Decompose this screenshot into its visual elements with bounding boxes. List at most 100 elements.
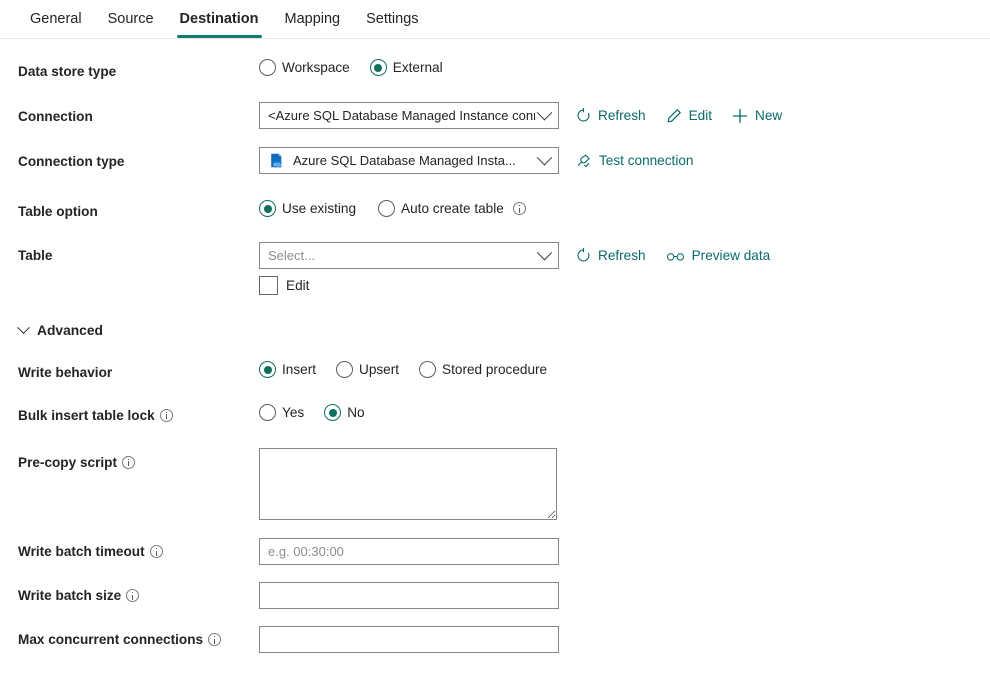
chevron-down-icon xyxy=(536,104,553,121)
label-text: Table xyxy=(18,248,53,263)
info-icon[interactable] xyxy=(121,455,135,469)
row-max-concurrent-connections: Max concurrent connections xyxy=(0,626,990,653)
tab-label: Source xyxy=(107,11,154,27)
radio-circle-selected-icon xyxy=(324,404,342,421)
test-connection-button[interactable]: Test connection xyxy=(576,153,693,169)
radio-upsert[interactable]: Upsert xyxy=(336,361,399,378)
chevron-down-icon xyxy=(536,244,553,261)
label-pre-copy-script: Pre-copy script xyxy=(0,448,259,476)
radio-circle-selected-icon xyxy=(259,361,276,378)
tab-bar: General Source Destination Mapping Setti… xyxy=(0,0,990,39)
radio-workspace[interactable]: Workspace xyxy=(259,59,350,76)
checkbox-label: Edit xyxy=(286,278,310,293)
radio-external[interactable]: External xyxy=(369,59,443,76)
write-behavior-radio-group: Insert Upsert Stored procedure xyxy=(259,361,990,378)
info-icon[interactable] xyxy=(149,545,163,558)
tab-settings[interactable]: Settings xyxy=(353,0,431,38)
plug-test-icon xyxy=(577,153,590,167)
chevron-down-icon xyxy=(17,321,30,335)
connection-dropdown[interactable]: <Azure SQL Database Managed Instance con… xyxy=(259,102,559,129)
write-batch-timeout-input[interactable]: e.g. 00:30:00 xyxy=(259,538,559,565)
advanced-label: Advanced xyxy=(37,323,103,338)
chevron-down-icon xyxy=(536,149,553,166)
row-pre-copy-script: Pre-copy script xyxy=(0,448,990,520)
write-batch-size-control xyxy=(259,582,990,609)
radio-yes[interactable]: Yes xyxy=(259,404,304,421)
eyeglasses-icon xyxy=(666,252,684,261)
refresh-connection-button[interactable]: Refresh xyxy=(576,108,646,123)
preview-data-button[interactable]: Preview data xyxy=(666,248,770,263)
refresh-table-button[interactable]: Refresh xyxy=(576,248,646,263)
label-write-batch-size: Write batch size xyxy=(0,582,259,609)
label-table: Table xyxy=(0,242,259,269)
radio-label: Use existing xyxy=(282,201,357,216)
radio-circle-icon xyxy=(419,361,437,378)
radio-use-existing[interactable]: Use existing xyxy=(259,200,356,217)
radio-label: Auto create table xyxy=(401,201,504,216)
label-text: Write behavior xyxy=(18,364,113,380)
checkbox-icon xyxy=(259,276,278,295)
data-store-type-radio-group: Workspace External xyxy=(259,59,990,76)
connection-type-dropdown[interactable]: SQL Azure SQL Database Managed Insta... xyxy=(259,147,559,174)
table-option-radio-group: Use existing Auto create table xyxy=(259,200,990,217)
info-icon[interactable] xyxy=(126,589,140,602)
row-bulk-insert-table-lock: Bulk insert table lock Yes No xyxy=(0,404,990,426)
radio-label: Upsert xyxy=(359,362,400,377)
row-table-option: Table option Use existing Auto create ta… xyxy=(0,200,990,222)
info-icon[interactable] xyxy=(208,633,222,646)
write-batch-size-input[interactable] xyxy=(259,582,559,609)
refresh-icon xyxy=(577,108,590,122)
plus-icon xyxy=(732,108,748,123)
link-label: Refresh xyxy=(598,248,646,263)
label-write-batch-timeout: Write batch timeout xyxy=(0,538,259,565)
label-data-store-type: Data store type xyxy=(0,59,259,83)
radio-circle-icon xyxy=(259,404,276,421)
tab-source[interactable]: Source xyxy=(95,0,167,38)
tab-label: Destination xyxy=(179,11,259,27)
radio-circle-icon xyxy=(378,200,396,217)
info-icon[interactable] xyxy=(512,202,526,215)
edit-connection-button[interactable]: Edit xyxy=(666,108,712,124)
link-label: Test connection xyxy=(599,153,694,168)
new-connection-button[interactable]: New xyxy=(732,108,782,124)
radio-stored-procedure[interactable]: Stored procedure xyxy=(419,361,547,378)
radio-label: No xyxy=(347,405,365,420)
pre-copy-script-textarea[interactable] xyxy=(259,448,557,520)
svg-text:SQL: SQL xyxy=(273,162,282,167)
tab-destination[interactable]: Destination xyxy=(167,0,272,38)
max-concurrent-connections-input[interactable] xyxy=(259,626,559,653)
label-table-option: Table option xyxy=(0,200,259,222)
label-text: Pre-copy script xyxy=(18,454,117,470)
label-text: Connection type xyxy=(18,154,125,169)
label-text: Max concurrent connections xyxy=(18,632,204,647)
radio-label: Workspace xyxy=(282,60,350,75)
label-connection: Connection xyxy=(0,102,259,131)
tab-mapping[interactable]: Mapping xyxy=(272,0,354,38)
row-connection-type: Connection type SQL Azure SQL Database M… xyxy=(0,147,990,176)
azure-sql-database-icon: SQL xyxy=(271,153,282,168)
table-edit-checkbox[interactable]: Edit xyxy=(259,276,309,295)
radio-insert[interactable]: Insert xyxy=(259,361,316,378)
tab-label: Mapping xyxy=(284,11,341,27)
radio-label: Stored procedure xyxy=(442,362,548,377)
label-text: Write batch timeout xyxy=(18,544,145,559)
row-table: Table Select... Refresh Preview data Edi… xyxy=(0,242,990,295)
row-write-behavior: Write behavior Insert Upsert Stored proc… xyxy=(0,361,990,383)
connection-type-actions: Test connection xyxy=(576,153,693,169)
refresh-icon xyxy=(577,248,590,262)
tab-general[interactable]: General xyxy=(17,0,95,38)
tab-label: General xyxy=(30,11,82,27)
info-icon[interactable] xyxy=(159,408,173,422)
radio-circle-selected-icon xyxy=(259,200,276,217)
label-text: Write batch size xyxy=(18,588,122,603)
connection-type-controls: SQL Azure SQL Database Managed Insta... … xyxy=(259,147,990,174)
radio-circle-icon xyxy=(336,361,353,378)
max-concurrent-connections-control xyxy=(259,626,990,653)
table-dropdown[interactable]: Select... xyxy=(259,242,559,269)
input-placeholder: e.g. 00:30:00 xyxy=(268,544,344,559)
label-bulk-insert-table-lock: Bulk insert table lock xyxy=(0,404,259,426)
label-write-behavior: Write behavior xyxy=(0,361,259,383)
radio-auto-create-table[interactable]: Auto create table xyxy=(378,200,526,217)
advanced-section-toggle[interactable]: Advanced xyxy=(0,321,990,338)
radio-no[interactable]: No xyxy=(324,404,365,421)
